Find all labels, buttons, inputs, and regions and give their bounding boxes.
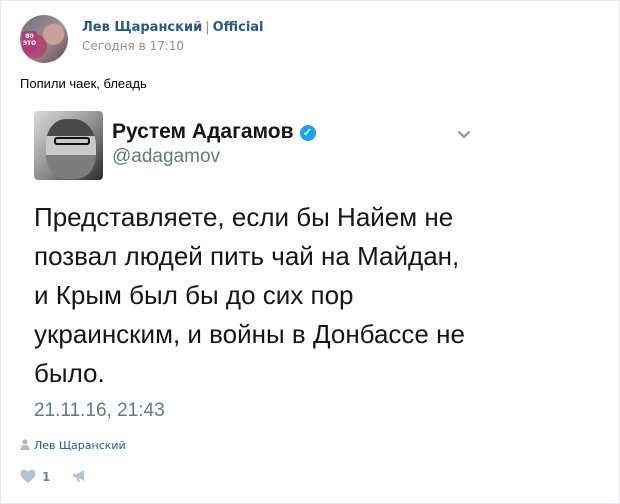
tweet-author-name-text: Рустем Адагамов [112, 120, 294, 143]
post-author[interactable]: Лев Щаранский | Official [82, 20, 264, 35]
wall-post: 80 ЭТО Лев Щаранский | Official Сегодня в 1… [0, 0, 620, 504]
chevron-down-icon [458, 131, 470, 138]
tweet-body: Представляете, если бы Найем не позвал л… [34, 198, 494, 393]
post-text: Попили чаек, блеадь [20, 76, 147, 91]
author-separator: | [205, 20, 210, 35]
tweet-line: украинским, и войны в Донбассе не [34, 319, 465, 349]
author-name[interactable]: Лев Щаранский [82, 20, 202, 35]
author-suffix[interactable]: Official [213, 20, 264, 35]
post-signer[interactable]: Лев Щаранский [20, 439, 126, 452]
tweet-screenshot[interactable]: Рустем Адагамов ✓ @adagamov Представляете… [20, 98, 500, 438]
tweet-line: Представляете, если бы Найем не [34, 202, 454, 232]
tweet-author-handle: @adagamov [112, 146, 221, 167]
signer-name[interactable]: Лев Щаранский [34, 439, 126, 452]
tweet-author-avatar [34, 111, 103, 180]
tweet-author-name: Рустем Адагамов ✓ [112, 120, 316, 144]
post-date[interactable]: Сегодня в 17:10 [82, 39, 184, 53]
avatar-sticker: 80 ЭТО [22, 31, 37, 53]
heart-icon [20, 469, 36, 483]
author-avatar[interactable]: 80 ЭТО [20, 15, 68, 63]
megaphone-icon[interactable] [72, 469, 88, 483]
tweet-line: позвал людей пить чай на Майдан, [34, 241, 460, 271]
tweet-line: и Крым был бы до сих пор [34, 280, 354, 310]
like-count: 1 [42, 470, 51, 484]
tweet-date: 21.11.16, 21:43 [34, 400, 165, 421]
verified-badge-icon: ✓ [299, 125, 316, 141]
avatar-face [46, 119, 96, 179]
like-button[interactable]: 1 [20, 469, 50, 484]
tweet-line: было. [34, 358, 105, 388]
user-icon [20, 439, 30, 450]
avatar-glasses [54, 137, 90, 145]
